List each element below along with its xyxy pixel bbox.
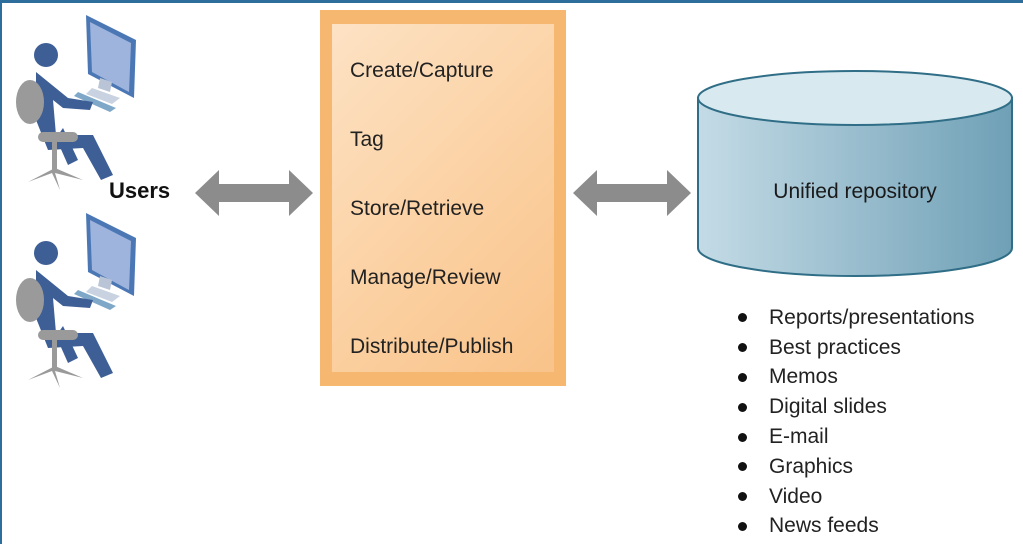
list-item: News feeds	[738, 512, 974, 542]
repository-content-list: Reports/presentations Best practices Mem…	[738, 303, 974, 541]
process-box: Create/Capture Tag Store/Retrieve Manage…	[320, 10, 566, 386]
list-item: Best practices	[738, 333, 974, 363]
list-item: Video	[738, 482, 974, 512]
list-item: Reports/presentations	[738, 303, 974, 333]
step-distribute-publish: Distribute/Publish	[350, 335, 514, 358]
double-arrow-icon	[195, 170, 313, 216]
step-manage-review: Manage/Review	[350, 266, 501, 289]
list-item: Digital slides	[738, 392, 974, 422]
list-item: Memos	[738, 363, 974, 393]
double-arrow-icon	[573, 170, 691, 216]
step-tag: Tag	[350, 128, 384, 151]
user-at-computer-icon	[16, 213, 136, 388]
repository-cylinder-icon	[697, 70, 1013, 277]
list-item: Graphics	[738, 452, 974, 482]
users-label: Users	[109, 178, 171, 203]
step-store-retrieve: Store/Retrieve	[350, 197, 485, 220]
repository-label: Unified repository	[773, 180, 937, 203]
list-item: E-mail	[738, 422, 974, 452]
step-create-capture: Create/Capture	[350, 59, 494, 82]
user-at-computer-icon	[16, 15, 136, 190]
